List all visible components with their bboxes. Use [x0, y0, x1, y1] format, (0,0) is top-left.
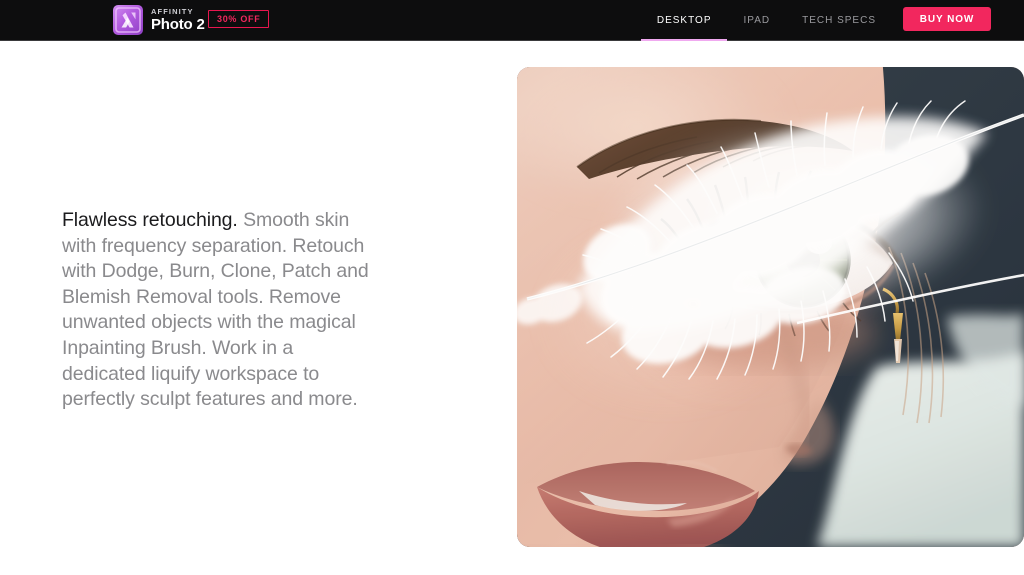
site-header: AFFINITY Photo 2 30% OFF DESKTOP IPAD TE… — [0, 0, 1024, 41]
feature-lead: Flawless retouching. — [62, 209, 238, 231]
primary-nav: DESKTOP IPAD TECH SPECS — [640, 0, 892, 41]
brand-name: Photo 2 — [151, 15, 205, 33]
hero-portrait-image — [517, 67, 1024, 547]
affinity-photo-logo-icon — [113, 5, 143, 35]
brand-text: AFFINITY Photo 2 — [151, 8, 205, 32]
buy-now-button[interactable]: BUY NOW — [903, 7, 991, 31]
promo-badge[interactable]: 30% OFF — [208, 10, 270, 28]
nav-item-tech-specs[interactable]: TECH SPECS — [786, 0, 892, 41]
nav-item-ipad[interactable]: IPAD — [727, 0, 786, 41]
brand-lockup[interactable]: AFFINITY Photo 2 — [113, 3, 205, 37]
page-root: AFFINITY Photo 2 30% OFF DESKTOP IPAD TE… — [0, 0, 1024, 575]
feature-body: Smooth skin with frequency separation. R… — [62, 209, 369, 411]
brand-kicker: AFFINITY — [151, 7, 194, 17]
nav-item-desktop[interactable]: DESKTOP — [640, 0, 728, 41]
feature-description: Flawless retouching. Smooth skin with fr… — [62, 208, 382, 413]
